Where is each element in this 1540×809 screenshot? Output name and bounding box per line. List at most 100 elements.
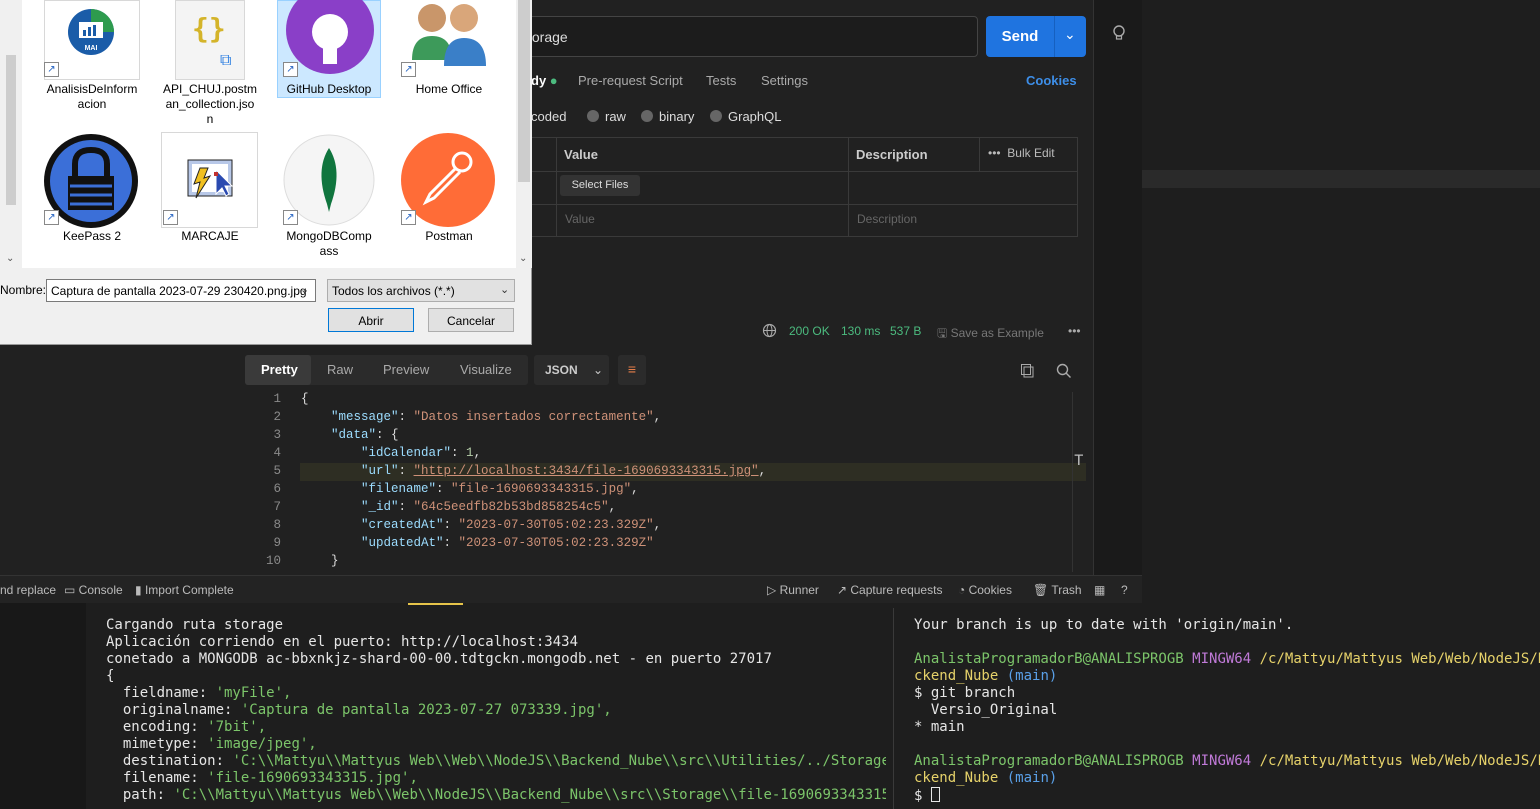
- column-header-value: Value: [564, 147, 598, 162]
- chevron-down-icon[interactable]: ⌄: [500, 283, 509, 296]
- chevron-down-icon[interactable]: ⌄: [1064, 26, 1076, 43]
- search-icon[interactable]: [1056, 363, 1072, 379]
- bulk-edit-button[interactable]: ••• Bulk Edit: [988, 146, 1055, 160]
- editor-background: [1142, 0, 1540, 603]
- tab-settings[interactable]: Settings: [761, 73, 808, 88]
- code-line: {: [301, 392, 309, 406]
- tab-raw[interactable]: Raw: [327, 362, 353, 377]
- tab-visualize[interactable]: Visualize: [460, 362, 512, 377]
- code-line: "url": "http://localhost:3434/file-16906…: [361, 464, 767, 478]
- editor-current-line: [1142, 170, 1540, 188]
- cancel-button[interactable]: Cancelar: [428, 308, 514, 332]
- code-line: "filename": "file-1690693343315.jpg",: [361, 482, 639, 496]
- lightbulb-icon[interactable]: [1110, 24, 1128, 42]
- column-header-description: Description: [856, 147, 928, 162]
- send-label[interactable]: Send: [986, 28, 1054, 45]
- scroll-down-icon[interactable]: ⌄: [519, 253, 527, 264]
- terminal-split-divider[interactable]: [893, 608, 894, 809]
- chevron-down-icon[interactable]: ⌄: [6, 253, 14, 264]
- shortcut-arrow-icon: ↗: [401, 62, 416, 77]
- cursor-block: [930, 787, 940, 802]
- body-type-graphql[interactable]: GraphQL: [710, 109, 781, 124]
- shortcut-arrow-icon: ↗: [44, 210, 59, 225]
- layout-icon[interactable]: ▦: [1094, 583, 1105, 597]
- terminal-branch-item: Versio_Original: [914, 702, 1058, 718]
- find-replace-button[interactable]: nd replace: [0, 583, 56, 597]
- line-number: 8: [273, 518, 281, 532]
- select-files-button[interactable]: Select Files: [560, 175, 640, 196]
- trash-button[interactable]: 🗑 Trash: [1033, 583, 1082, 597]
- code-line: "message": "Datos insertados correctamen…: [331, 410, 662, 424]
- tab-pretty[interactable]: Pretty: [261, 362, 298, 377]
- response-time[interactable]: 130 ms: [841, 324, 880, 338]
- terminal-line: path: 'C:\\Mattyu\\Mattyus Web\\Web\\Nod…: [106, 787, 886, 803]
- status-code[interactable]: 200 OK: [789, 324, 830, 338]
- send-button[interactable]: Send ⌄: [986, 16, 1086, 57]
- globe-icon[interactable]: [762, 323, 777, 338]
- capture-requests-button[interactable]: ↗ Capture requests: [837, 583, 942, 597]
- runner-button[interactable]: ▷ Runner: [767, 583, 819, 597]
- file-label: MongoDBComp ass: [286, 229, 372, 258]
- terminal-line: destination: 'C:\\Mattyu\\Mattyus Web\\W…: [106, 753, 886, 769]
- save-as-example-button[interactable]: 🖫 Save as Example: [937, 324, 1044, 345]
- more-options-icon[interactable]: •••: [1068, 324, 1081, 338]
- wrap-lines-icon[interactable]: ≡: [618, 355, 646, 385]
- value-input[interactable]: Value: [565, 212, 595, 226]
- terminal-command: $ git branch: [914, 685, 1016, 701]
- file-label: Postman: [425, 229, 473, 243]
- terminal-line: filename: 'file-1690693343315.jpg',: [106, 770, 418, 786]
- terminal-right-pane[interactable]: Your branch is up to date with 'origin/m…: [914, 617, 1540, 809]
- json-file-icon: {}: [192, 12, 226, 45]
- status-bar: nd replace ▭ Console ▮ Import Complete ▷…: [0, 575, 1142, 603]
- terminal-prompt-cont: ckend_Nube (main): [914, 770, 1058, 786]
- svg-text:MAI: MAI: [85, 45, 98, 52]
- open-button[interactable]: Abrir: [328, 308, 414, 332]
- code-line: "idCalendar": 1,: [361, 446, 482, 460]
- code-line: "_id": "64c5eedfb82b53bd858254c5",: [361, 500, 617, 514]
- chevron-down-icon[interactable]: ⌄: [300, 283, 309, 296]
- file-name-input[interactable]: Captura de pantalla 2023-07-29 230420.pn…: [46, 279, 316, 302]
- tab-tests[interactable]: Tests: [706, 73, 736, 88]
- line-number: 5: [273, 464, 281, 478]
- tab-preview[interactable]: Preview: [383, 362, 429, 377]
- description-input[interactable]: Description: [857, 212, 917, 226]
- file-label: API_CHUJ.postm an_collection.jso n: [162, 82, 258, 126]
- terminal-input[interactable]: $: [914, 787, 940, 805]
- file-type-select[interactable]: Todos los archivos (*.*): [327, 279, 515, 302]
- import-status[interactable]: ▮ Import Complete: [135, 583, 234, 597]
- terminal-line: Your branch is up to date with 'origin/m…: [914, 617, 1294, 633]
- response-size[interactable]: 537 B: [890, 324, 921, 338]
- terminal-left-pane[interactable]: Cargando ruta storage Aplicación corriend…: [106, 617, 886, 809]
- file-label: GitHub Desktop: [286, 82, 372, 96]
- file-label: AnalisisDeInform acion: [46, 82, 138, 111]
- terminal-gutter: [0, 603, 86, 809]
- text-cursor-icon: T: [1074, 452, 1084, 470]
- scrollbar-thumb[interactable]: [518, 0, 530, 182]
- url-input[interactable]: torage: [500, 16, 978, 57]
- file-open-dialog: ⌄ ⌄ MAI ↗ AnalisisDeInform acion {} ⧉ API…: [0, 0, 532, 345]
- help-icon[interactable]: ?: [1121, 583, 1128, 597]
- terminal-line: conetado a MONGODB ac-bbxnkjz-shard-00-0…: [106, 651, 772, 667]
- terminal-prompt: AnalistaProgramadorB@ANALISPROGB MINGW64…: [914, 651, 1540, 667]
- terminal-prompt: AnalistaProgramadorB@ANALISPROGB MINGW64…: [914, 753, 1540, 769]
- right-sidebar: [1093, 0, 1142, 575]
- body-type-binary[interactable]: binary: [641, 109, 694, 124]
- terminal-active-tab[interactable]: [408, 603, 463, 605]
- format-select[interactable]: JSON ⌄: [534, 355, 609, 385]
- copy-icon[interactable]: [1020, 363, 1035, 378]
- code-line: "createdAt": "2023-07-30T05:02:23.329Z",: [361, 518, 662, 532]
- tab-body[interactable]: dy ●: [531, 73, 558, 88]
- marcaje-app-icon: [187, 159, 234, 199]
- cookies-link[interactable]: Cookies: [1026, 73, 1077, 88]
- terminal-line: Aplicación corriendo en el puerto: http:…: [106, 634, 579, 650]
- tab-pre-request-script[interactable]: Pre-request Script: [578, 73, 683, 88]
- cookies-button[interactable]: ◔ Cookies: [958, 583, 1012, 597]
- body-type-raw[interactable]: raw: [587, 109, 626, 124]
- vscode-badge-icon: ⧉: [220, 52, 232, 69]
- console-button[interactable]: ▭ Console: [64, 583, 123, 597]
- shortcut-arrow-icon: ↗: [283, 210, 298, 225]
- body-type-urlencoded[interactable]: coded: [531, 109, 566, 124]
- response-body[interactable]: 1 {2 "message": "Datos insertados correct…: [245, 392, 1085, 572]
- shortcut-arrow-icon: ↗: [283, 62, 298, 77]
- line-number: 2: [273, 410, 281, 424]
